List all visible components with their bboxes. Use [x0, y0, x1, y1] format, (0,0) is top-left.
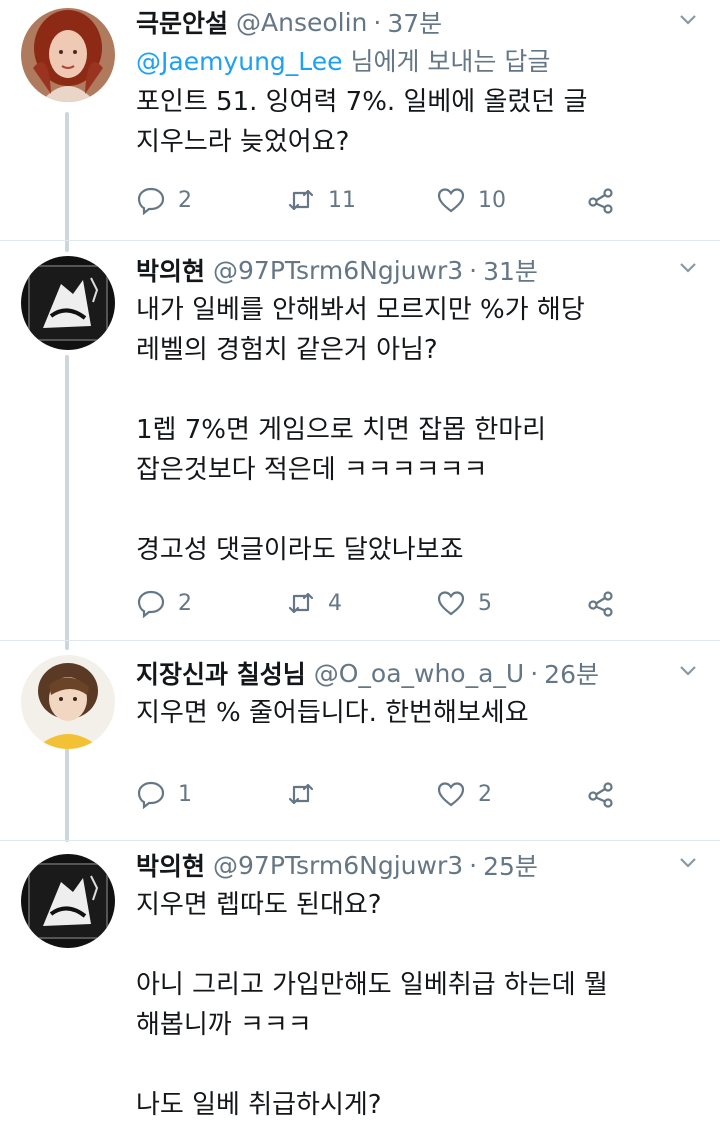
tweet[interactable]: 박의현 @97PTsrm6Ngjuwr3 · 25분 지우면 렙따도 된대요? … [0, 841, 720, 1141]
reply-icon [137, 781, 165, 809]
reply-icon [137, 187, 165, 215]
like-button[interactable]: 2 [436, 774, 492, 814]
mention-link[interactable]: @Jaemyung_Lee [136, 47, 343, 76]
reply-count: 2 [178, 590, 192, 616]
tweet-actions: 2 4 5 [136, 583, 636, 623]
reply-context-label: 님에게 보내는 답글 [342, 47, 551, 76]
avatar[interactable] [21, 8, 115, 102]
separator: · [373, 7, 382, 37]
timestamp[interactable]: 37분 [387, 4, 442, 40]
retweet-button[interactable] [286, 774, 328, 814]
tweet[interactable]: 지장신과 칠성님 @O_oa_who_a_U · 26분 지우면 % 줄어듭니다… [0, 641, 720, 841]
chevron-down-icon[interactable] [676, 851, 700, 875]
share-icon [588, 188, 613, 214]
chevron-down-icon[interactable] [676, 256, 700, 280]
user-handle[interactable]: @97PTsrm6Ngjuwr3 [213, 256, 463, 285]
separator: · [469, 850, 478, 880]
reply-icon [137, 590, 165, 618]
tweet[interactable]: 극문안설 @Anseolin · 37분 @Jaemyung_Lee 님에게 보… [0, 0, 720, 240]
share-button[interactable] [586, 180, 628, 220]
tweet-text: 포인트 51. 잉여력 7%. 일베에 올렸던 글 지우느라 늦었어요? [136, 87, 588, 157]
tweet[interactable]: 박의현 @97PTsrm6Ngjuwr3 · 31분 내가 일베를 안해봐서 모… [0, 241, 720, 641]
avatar[interactable] [21, 854, 115, 948]
timestamp[interactable]: 26분 [544, 655, 599, 691]
share-button[interactable] [586, 583, 628, 623]
retweet-icon [288, 783, 314, 805]
tweet-text: 지우면 렙따도 된대요? 아니 그리고 가입만해도 일베취급 하는데 뭘 해봅니… [136, 890, 608, 1120]
share-icon [588, 591, 613, 617]
reply-button[interactable]: 1 [136, 774, 192, 814]
timestamp[interactable]: 25분 [483, 847, 538, 883]
like-count: 5 [478, 590, 492, 616]
retweet-count: 11 [328, 187, 356, 213]
tweet-header: 지장신과 칠성님 @O_oa_who_a_U · 26분 [136, 653, 700, 693]
reply-count: 1 [178, 781, 192, 807]
share-icon [588, 782, 613, 808]
heart-icon [437, 188, 465, 213]
heart-icon [437, 591, 465, 616]
retweet-icon [288, 189, 314, 211]
like-count: 2 [478, 781, 492, 807]
chevron-down-icon[interactable] [676, 659, 700, 683]
share-button[interactable] [586, 774, 628, 814]
like-button[interactable]: 5 [436, 583, 492, 623]
reply-count: 2 [178, 187, 192, 213]
reply-button[interactable]: 2 [136, 583, 192, 623]
tweet-text: 내가 일베를 안해봐서 모르지만 %가 해당 레벨의 경험치 같은거 아님? 1… [136, 295, 585, 565]
like-count: 10 [478, 187, 506, 213]
tweet-header: 박의현 @97PTsrm6Ngjuwr3 · 25분 [136, 845, 700, 885]
separator: · [530, 658, 539, 688]
timestamp[interactable]: 31분 [483, 252, 538, 288]
chevron-down-icon[interactable] [676, 8, 700, 32]
reply-button[interactable]: 2 [136, 180, 192, 220]
display-name[interactable]: 박의현 [136, 847, 205, 883]
retweet-button[interactable]: 4 [286, 583, 342, 623]
retweet-icon [288, 592, 314, 614]
avatar[interactable] [21, 256, 115, 350]
user-handle[interactable]: @97PTsrm6Ngjuwr3 [213, 851, 463, 880]
heart-icon [437, 782, 465, 807]
display-name[interactable]: 지장신과 칠성님 [136, 655, 306, 691]
retweet-count: 4 [328, 590, 342, 616]
avatar[interactable] [21, 655, 115, 749]
user-handle[interactable]: @Anseolin [236, 8, 367, 37]
tweet-header: 극문안설 @Anseolin · 37분 [136, 2, 700, 42]
user-handle[interactable]: @O_oa_who_a_U [314, 659, 525, 688]
like-button[interactable]: 10 [436, 180, 506, 220]
timeline: 극문안설 @Anseolin · 37분 @Jaemyung_Lee 님에게 보… [0, 0, 720, 1141]
retweet-button[interactable]: 11 [286, 180, 356, 220]
tweet-header: 박의현 @97PTsrm6Ngjuwr3 · 31분 [136, 250, 700, 290]
tweet-actions: 1 2 [136, 774, 636, 814]
tweet-actions: 2 11 10 [136, 180, 636, 220]
tweet-text: 지우면 % 줄어듭니다. 한번해보세요 [136, 698, 529, 728]
display-name[interactable]: 박의현 [136, 252, 205, 288]
display-name[interactable]: 극문안설 [136, 4, 228, 40]
reply-context: @Jaemyung_Lee 님에게 보내는 답글 [136, 42, 700, 82]
separator: · [469, 255, 478, 285]
